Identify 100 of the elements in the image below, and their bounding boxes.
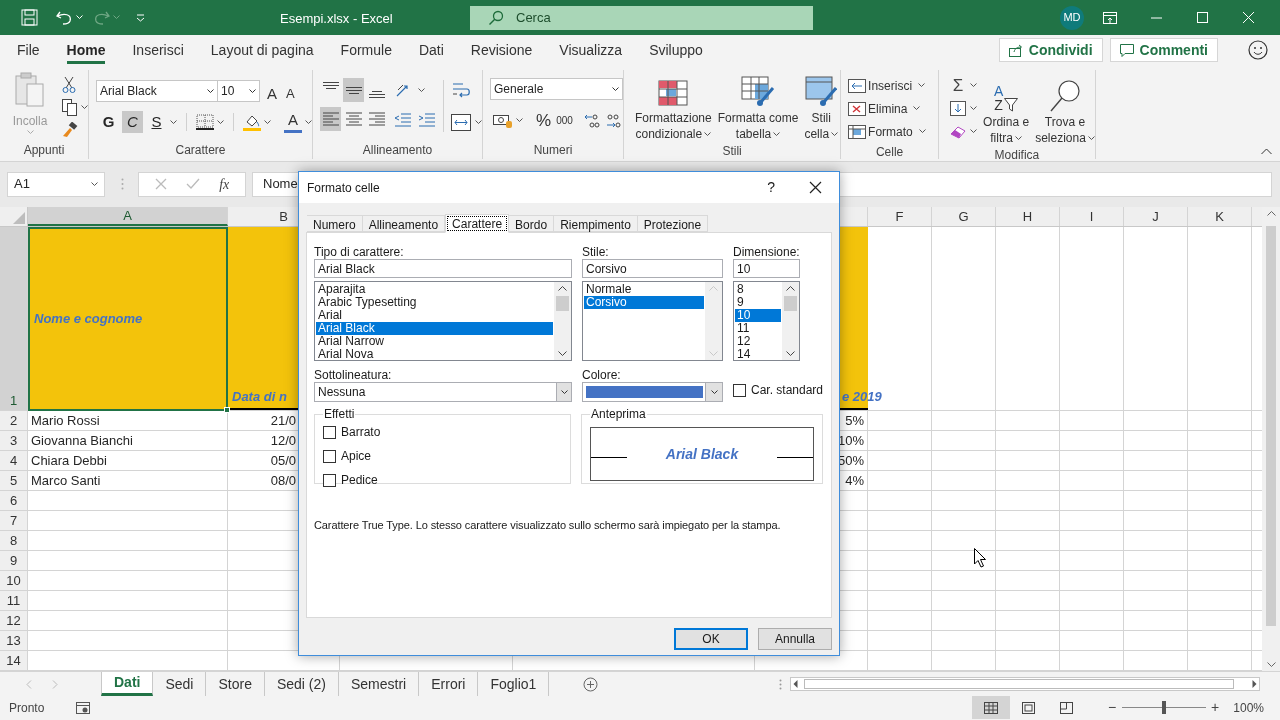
list-item[interactable]: 11 [735, 322, 781, 335]
column-header[interactable]: A [28, 207, 228, 226]
cancel-button[interactable]: Annulla [758, 628, 832, 650]
column-header[interactable]: G [932, 207, 996, 226]
caret-icon[interactable] [918, 129, 926, 134]
maximize-icon[interactable] [1196, 12, 1208, 23]
vertical-align-button[interactable] [343, 78, 364, 102]
menu-tab[interactable]: Visualizza [559, 40, 623, 64]
list-item[interactable]: 14 [735, 348, 781, 361]
increase-decimal-icon[interactable] [583, 112, 600, 129]
list-item[interactable]: 10 [735, 309, 781, 322]
menu-tab[interactable]: Inserisci [132, 40, 184, 64]
caret-icon[interactable] [305, 119, 312, 125]
caret-icon[interactable] [710, 389, 718, 395]
caret-icon[interactable] [560, 389, 568, 395]
menu-tab[interactable]: Dati [418, 40, 444, 64]
style-button[interactable]: Stili cella [802, 72, 841, 142]
close-icon[interactable] [809, 181, 822, 194]
cells-button[interactable]: Formato [848, 120, 939, 143]
caret-icon[interactable] [1014, 135, 1022, 141]
list-item[interactable]: Arial Narrow [316, 335, 553, 348]
fill-handle[interactable] [224, 407, 230, 413]
help-button[interactable]: ? [767, 177, 775, 198]
increase-indent-icon[interactable] [418, 111, 436, 127]
list-item[interactable]: 9 [735, 296, 781, 309]
insert-function-button[interactable]: fx [219, 173, 230, 195]
bold-button[interactable]: G [98, 111, 119, 133]
checkbox[interactable] [323, 473, 336, 487]
menu-tab[interactable]: File [17, 40, 40, 64]
checkbox[interactable] [323, 449, 336, 463]
style-button[interactable]: Formattazione condizionale [633, 72, 714, 142]
list-item[interactable]: Arial [316, 309, 553, 322]
caret-icon[interactable] [970, 129, 978, 134]
zoom-in-button[interactable]: + [1211, 697, 1220, 718]
thousands-button[interactable]: 000 [556, 113, 573, 129]
macro-record-icon[interactable] [76, 701, 91, 714]
row-header[interactable]: 10 [0, 571, 28, 590]
menu-tab[interactable]: Layout di pagina [210, 40, 314, 64]
grow-font-button[interactable]: A [267, 80, 286, 102]
list-item[interactable]: Arial Black [316, 322, 553, 335]
caret-icon[interactable] [970, 83, 978, 88]
zoom-slider-thumb[interactable] [1162, 701, 1167, 714]
row-header[interactable]: 9 [0, 551, 28, 570]
decrease-decimal-icon[interactable] [604, 112, 621, 129]
caret-icon[interactable] [264, 119, 271, 125]
list-scrollbar[interactable] [705, 282, 722, 360]
size-input[interactable]: 10 [733, 259, 800, 278]
list-item[interactable]: Corsivo [584, 296, 704, 309]
horizontal-scrollbar[interactable] [790, 677, 1260, 691]
caret-icon[interactable] [704, 131, 712, 137]
column-header[interactable]: J [1124, 207, 1188, 226]
shrink-font-button[interactable]: A [286, 80, 305, 102]
row-header[interactable]: 1 [0, 227, 28, 410]
underline-dropdown[interactable]: Nessuna [314, 382, 572, 402]
dialog-tab[interactable]: Numero [307, 215, 363, 232]
caret-icon[interactable] [918, 83, 926, 88]
column-header[interactable]: K [1188, 207, 1252, 226]
currency-icon[interactable] [493, 112, 513, 129]
row-header[interactable]: 8 [0, 531, 28, 550]
font-name-field[interactable]: Arial Black [96, 80, 218, 102]
dialog-tab[interactable]: Riempimento [554, 215, 638, 232]
minimize-icon[interactable] [1150, 16, 1162, 19]
row-header[interactable]: 7 [0, 511, 28, 530]
number-format-field[interactable]: Generale [490, 78, 623, 100]
font-input[interactable]: Arial Black [314, 259, 572, 278]
autosum-button[interactable]: Σ [950, 72, 967, 99]
dialog-tab[interactable]: Protezione [637, 215, 709, 232]
style-input[interactable]: Corsivo [582, 259, 723, 278]
scissors-icon[interactable] [62, 76, 76, 93]
italic-button[interactable]: C [122, 111, 143, 133]
column-header[interactable]: H [996, 207, 1060, 226]
checkbox[interactable] [733, 383, 746, 397]
menu-tab[interactable]: Home [66, 40, 106, 64]
row-header[interactable]: 13 [0, 631, 28, 650]
smiley-icon[interactable] [1248, 40, 1268, 60]
cells-button[interactable]: Elimina [848, 97, 939, 120]
user-avatar[interactable]: MD [1060, 5, 1084, 30]
checkbox[interactable] [323, 425, 336, 439]
add-sheet-icon[interactable] [583, 676, 599, 692]
view-button[interactable] [971, 696, 1010, 719]
vertical-scrollbar[interactable] [1262, 207, 1280, 671]
caret-icon[interactable] [970, 106, 978, 111]
row-header[interactable]: 3 [0, 431, 28, 450]
search-field[interactable]: Cerca [470, 5, 813, 30]
caret-icon[interactable] [170, 119, 177, 125]
highlight-icon[interactable] [243, 113, 261, 131]
row-header[interactable]: 11 [0, 591, 28, 610]
color-dropdown[interactable] [582, 382, 723, 402]
copy-icon[interactable] [62, 99, 78, 116]
ribbon-display-icon[interactable] [1103, 11, 1117, 24]
sort-filter-button[interactable]: A Z Ordina e filtra [983, 74, 1030, 146]
caret-icon[interactable] [773, 131, 781, 137]
dialog-tab[interactable]: Bordo [509, 215, 555, 232]
style-list[interactable]: Normale Corsivo [582, 281, 723, 361]
eraser-icon[interactable] [950, 124, 967, 139]
list-scrollbar[interactable] [781, 282, 799, 360]
caret-icon[interactable] [612, 86, 619, 92]
caret-icon[interactable] [207, 88, 214, 94]
row-header[interactable]: 5 [0, 471, 28, 490]
caret-icon[interactable] [1087, 135, 1095, 141]
